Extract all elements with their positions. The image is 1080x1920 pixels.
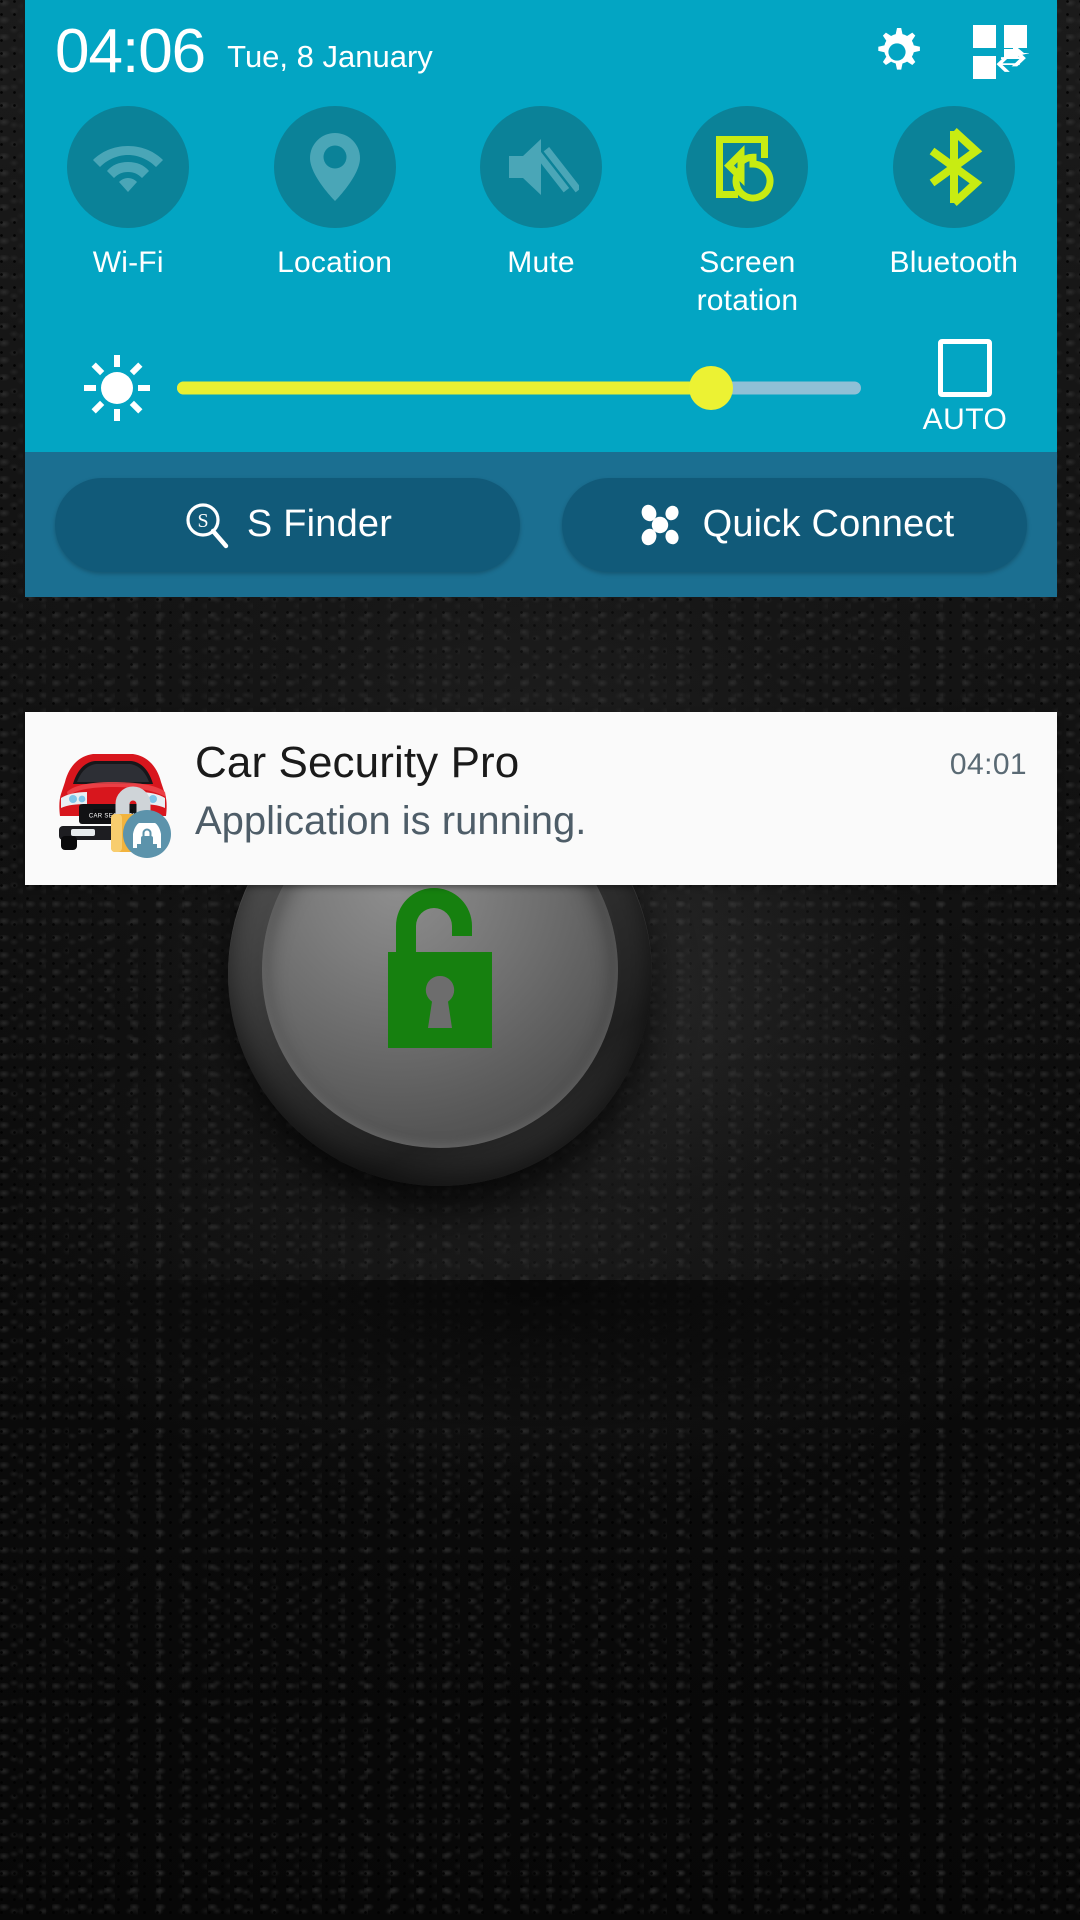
brightness-sun-icon bbox=[81, 355, 153, 422]
s-finder-button[interactable]: S S Finder bbox=[55, 477, 520, 572]
toggle-wifi-label: Wi-Fi bbox=[92, 246, 164, 279]
toggle-bluetooth[interactable]: Bluetooth bbox=[851, 106, 1057, 320]
notification-car-security-pro[interactable]: CAR SECURITY Car Security Pro bbox=[25, 712, 1057, 885]
status-bar-header: 04:06 Tue, 8 January bbox=[25, 0, 1057, 104]
toggle-screen-rotation-circle bbox=[686, 106, 809, 228]
date-label: Tue, 8 January bbox=[227, 39, 433, 74]
auto-brightness-label: AUTO bbox=[922, 403, 1008, 437]
notification-title: Car Security Pro bbox=[195, 738, 520, 787]
quick-settings-edit-icon[interactable] bbox=[971, 23, 1029, 81]
toggle-mute-circle bbox=[480, 106, 603, 228]
toggle-wifi-circle bbox=[67, 106, 190, 228]
svg-text:S: S bbox=[197, 510, 208, 532]
notification-body: Car Security Pro Application is running. bbox=[173, 734, 950, 844]
brightness-slider-fill bbox=[177, 381, 711, 395]
toggle-mute[interactable]: Mute bbox=[438, 106, 644, 320]
quick-connect-label: Quick Connect bbox=[702, 503, 955, 546]
clock: 04:06 bbox=[55, 17, 206, 86]
toggle-location-label: Location bbox=[277, 246, 393, 279]
brightness-row: AUTO bbox=[25, 324, 1057, 452]
phone-screen: 04:06 Tue, 8 January Wi-Fi Location Mute… bbox=[0, 0, 1080, 1920]
mute-icon bbox=[503, 134, 580, 200]
car-security-app-icon: CAR SECURITY bbox=[53, 738, 173, 858]
notification-text: Application is running. bbox=[195, 799, 587, 844]
toggle-bluetooth-label: Bluetooth bbox=[889, 246, 1019, 279]
brightness-slider-thumb[interactable] bbox=[688, 366, 733, 411]
s-finder-search-icon: S bbox=[183, 501, 229, 549]
s-finder-label: S Finder bbox=[246, 503, 393, 546]
quick-toggle-row: Wi-Fi Location Mute Screen rotation Blue… bbox=[25, 104, 1057, 324]
toggle-screen-rotation-label: Screen rotation bbox=[696, 246, 799, 318]
screen-rotation-icon bbox=[710, 130, 784, 204]
toggle-wifi[interactable]: Wi-Fi bbox=[25, 106, 231, 320]
brightness-slider[interactable] bbox=[177, 366, 861, 411]
toggle-location[interactable]: Location bbox=[231, 106, 437, 320]
auto-brightness-toggle[interactable]: AUTO bbox=[895, 339, 1035, 437]
location-pin-icon bbox=[308, 131, 362, 203]
toggle-location-circle bbox=[273, 106, 396, 228]
auto-brightness-checkbox[interactable] bbox=[938, 339, 992, 398]
bluetooth-icon bbox=[924, 127, 984, 207]
gear-icon[interactable] bbox=[869, 24, 925, 80]
quick-connect-button[interactable]: Quick Connect bbox=[562, 477, 1027, 572]
toggle-screen-rotation[interactable]: Screen rotation bbox=[644, 106, 850, 320]
notification-timestamp: 04:01 bbox=[949, 748, 1027, 781]
quick-settings-panel: 04:06 Tue, 8 January Wi-Fi Location Mute… bbox=[25, 0, 1057, 598]
quick-action-strip: S S Finder Quick Connect bbox=[25, 452, 1057, 598]
toggle-bluetooth-circle bbox=[892, 106, 1015, 228]
quick-connect-icon bbox=[635, 500, 685, 550]
unlocked-padlock-icon bbox=[364, 878, 516, 1062]
toggle-mute-label: Mute bbox=[507, 246, 575, 279]
wifi-icon bbox=[92, 138, 164, 196]
